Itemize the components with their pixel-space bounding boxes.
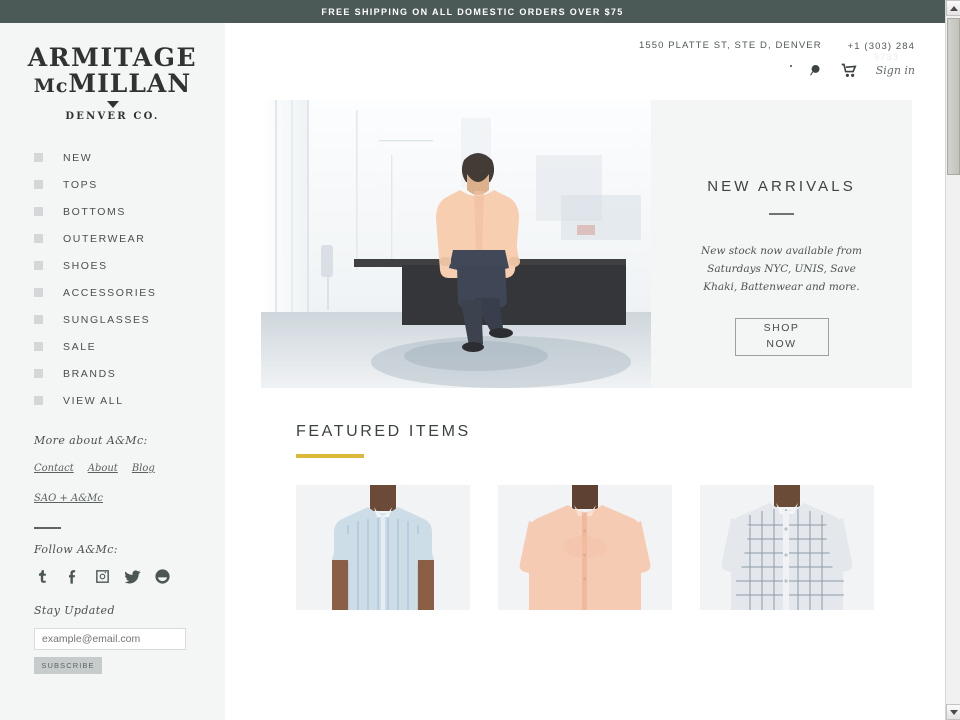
hero-image bbox=[261, 100, 651, 388]
bullet-square-icon bbox=[34, 153, 43, 162]
sign-in-link[interactable]: Sign in bbox=[876, 64, 915, 77]
link-sao-amc[interactable]: SAO + A&Mc bbox=[34, 493, 103, 504]
announcement-bar: FREE SHIPPING ON ALL DOMESTIC ORDERS OVE… bbox=[0, 0, 945, 23]
announcement-text: FREE SHIPPING ON ALL DOMESTIC ORDERS OVE… bbox=[321, 6, 624, 17]
sidebar-item-label: BOTTOMS bbox=[63, 205, 126, 218]
logo-mc: Mc bbox=[33, 75, 69, 97]
stay-updated-heading: Stay Updated bbox=[34, 604, 115, 617]
bullet-square-icon bbox=[34, 342, 43, 351]
vertical-scrollbar[interactable] bbox=[945, 0, 960, 720]
email-field[interactable] bbox=[34, 628, 186, 650]
product-card[interactable] bbox=[296, 485, 470, 610]
header-contact-row: 1550 PLATTE ST, STE D, DENVER +1 (303) 2… bbox=[225, 23, 915, 64]
hero-panel: NEW ARRIVALS New stock now available fro… bbox=[651, 100, 912, 388]
page-root: FREE SHIPPING ON ALL DOMESTIC ORDERS OVE… bbox=[0, 0, 960, 720]
scrollbar-thumb[interactable] bbox=[947, 18, 960, 175]
bullet-square-icon bbox=[34, 180, 43, 189]
sidebar-nav: NEW TOPS BOTTOMS OUTERWEAR SHOES ACCESSO… bbox=[0, 144, 225, 414]
sidebar-item-sunglasses[interactable]: SUNGLASSES bbox=[34, 306, 225, 333]
bullet-square-icon bbox=[34, 207, 43, 216]
link-blog[interactable]: Blog bbox=[132, 463, 155, 474]
dot-icon bbox=[789, 65, 792, 67]
sidebar-item-label: OUTERWEAR bbox=[63, 232, 146, 245]
sidebar-divider bbox=[34, 527, 61, 529]
sidebar-item-label: SUNGLASSES bbox=[63, 313, 151, 326]
featured-title: FEATURED ITEMS bbox=[296, 423, 471, 440]
shop-now-button[interactable]: SHOP NOW bbox=[734, 317, 829, 356]
scroll-down-icon bbox=[949, 709, 958, 715]
subscribe-button[interactable]: SUBSCRIBE bbox=[34, 657, 102, 674]
logo-line-2: McMILLAN bbox=[0, 71, 225, 97]
product-card[interactable] bbox=[700, 485, 874, 610]
logo-subtitle: DENVER CO. bbox=[65, 111, 160, 122]
sidebar-item-label: VIEW ALL bbox=[63, 394, 124, 407]
sidebar-item-shoes[interactable]: SHOES bbox=[34, 252, 225, 279]
header-bar: 1550 PLATTE ST, STE D, DENVER +1 (303) 2… bbox=[225, 23, 945, 92]
hero-description: New stock now available from Saturdays N… bbox=[701, 244, 862, 293]
link-about[interactable]: About bbox=[88, 463, 118, 474]
smiley-icon[interactable] bbox=[154, 568, 171, 585]
hero-divider bbox=[769, 213, 794, 215]
bullet-square-icon bbox=[34, 288, 43, 297]
sidebar-item-view-all[interactable]: VIEW ALL bbox=[34, 387, 225, 414]
link-contact[interactable]: Contact bbox=[34, 463, 74, 474]
sidebar-partner-link-row: SAO + A&Mc bbox=[34, 488, 225, 506]
sidebar-item-label: ACCESSORIES bbox=[63, 286, 157, 299]
sidebar-item-label: TOPS bbox=[63, 178, 98, 191]
store-phone-wrap: +1 (303) 284 9733 bbox=[847, 36, 915, 63]
bullet-square-icon bbox=[34, 234, 43, 243]
sidebar-links: Contact About Blog bbox=[34, 463, 225, 474]
tumblr-icon[interactable] bbox=[34, 568, 51, 585]
scroll-up-icon bbox=[949, 5, 958, 11]
shop-now-line-1: SHOP bbox=[763, 322, 800, 335]
logo-line-1: ARMITAGE bbox=[27, 43, 198, 72]
shop-now-line-2: NOW bbox=[766, 337, 797, 350]
more-about-heading: More about A&Mc: bbox=[34, 434, 148, 447]
sidebar-item-sale[interactable]: SALE bbox=[34, 333, 225, 360]
twitter-icon[interactable] bbox=[124, 568, 141, 585]
cart-icon[interactable] bbox=[841, 63, 859, 78]
sidebar-item-brands[interactable]: BRANDS bbox=[34, 360, 225, 387]
sidebar-item-label: SALE bbox=[63, 340, 97, 353]
hero-section: NEW ARRIVALS New stock now available fro… bbox=[261, 100, 912, 388]
sidebar-item-tops[interactable]: TOPS bbox=[34, 171, 225, 198]
bullet-square-icon bbox=[34, 369, 43, 378]
sidebar: ARMITAGE McMILLAN DENVER CO. NEW TOPS BO… bbox=[0, 23, 225, 720]
instagram-icon[interactable] bbox=[94, 568, 111, 585]
facebook-icon[interactable] bbox=[64, 568, 81, 585]
hero-title: NEW ARRIVALS bbox=[707, 178, 856, 195]
featured-accent-rule bbox=[296, 454, 364, 458]
sidebar-item-accessories[interactable]: ACCESSORIES bbox=[34, 279, 225, 306]
store-phone: +1 (303) 284 bbox=[847, 41, 915, 52]
bullet-square-icon bbox=[34, 315, 43, 324]
caret-down-icon bbox=[106, 101, 119, 108]
main-content: 1550 PLATTE ST, STE D, DENVER +1 (303) 2… bbox=[225, 23, 945, 720]
header-actions-row: Sign in bbox=[225, 63, 915, 78]
scroll-up-button[interactable] bbox=[946, 0, 960, 16]
sidebar-footer: More about A&Mc: Contact About Blog SAO … bbox=[0, 434, 225, 674]
sidebar-item-label: SHOES bbox=[63, 259, 108, 272]
product-card[interactable] bbox=[498, 485, 672, 610]
sidebar-item-outerwear[interactable]: OUTERWEAR bbox=[34, 225, 225, 252]
featured-section: FEATURED ITEMS bbox=[296, 423, 945, 610]
social-links bbox=[34, 568, 225, 585]
sidebar-item-bottoms[interactable]: BOTTOMS bbox=[34, 198, 225, 225]
product-grid bbox=[296, 485, 945, 610]
sidebar-item-label: BRANDS bbox=[63, 367, 117, 380]
follow-heading: Follow A&Mc: bbox=[34, 543, 118, 556]
bullet-square-icon bbox=[34, 261, 43, 270]
bullet-square-icon bbox=[34, 396, 43, 405]
scroll-down-button[interactable] bbox=[946, 704, 960, 720]
sidebar-item-new[interactable]: NEW bbox=[34, 144, 225, 171]
search-icon[interactable] bbox=[809, 63, 824, 78]
logo-millan: MILLAN bbox=[68, 69, 192, 98]
site-logo[interactable]: ARMITAGE McMILLAN DENVER CO. bbox=[0, 23, 225, 123]
sidebar-item-label: NEW bbox=[63, 151, 93, 164]
store-phone-overflow: 9733 bbox=[873, 52, 900, 63]
store-address: 1550 PLATTE ST, STE D, DENVER bbox=[638, 39, 822, 51]
